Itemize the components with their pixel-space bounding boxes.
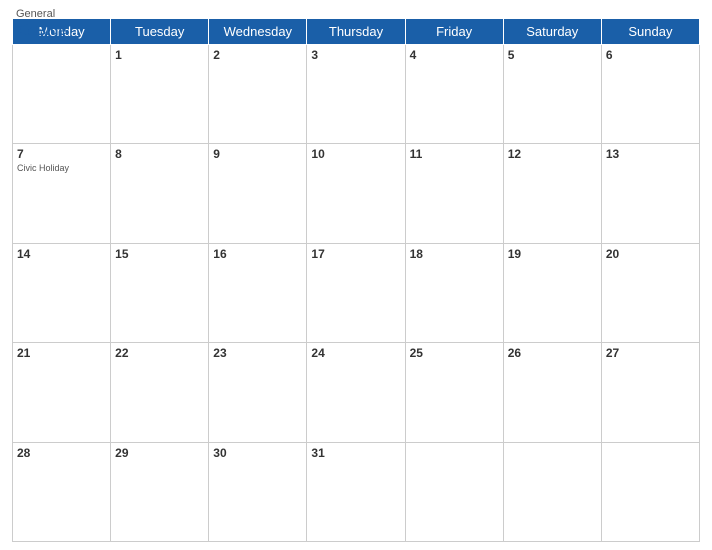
- logo-blue: Blue: [16, 21, 66, 39]
- day-number: 8: [115, 147, 204, 161]
- day-number: 7: [17, 147, 106, 161]
- calendar-cell: [405, 442, 503, 541]
- calendar-cell: 31: [307, 442, 405, 541]
- calendar-cell: [13, 45, 111, 144]
- day-number: 21: [17, 346, 106, 360]
- calendar-cell: 5: [503, 45, 601, 144]
- calendar-week-4: 21 22 23 24 25 26 27: [13, 343, 700, 442]
- calendar-cell: 11: [405, 144, 503, 243]
- day-number: 4: [410, 48, 499, 62]
- day-number: 24: [311, 346, 400, 360]
- calendar-cell: [601, 442, 699, 541]
- calendar-cell: 1: [111, 45, 209, 144]
- day-number: 31: [311, 446, 400, 460]
- day-number: 5: [508, 48, 597, 62]
- calendar-cell: 29: [111, 442, 209, 541]
- weekday-tuesday: Tuesday: [111, 19, 209, 45]
- calendar-cell: 19: [503, 243, 601, 342]
- day-number: 19: [508, 247, 597, 261]
- calendar-table: MondayTuesdayWednesdayThursdayFridaySatu…: [12, 18, 700, 542]
- calendar-cell: 3: [307, 45, 405, 144]
- calendar-week-1: 123456: [13, 45, 700, 144]
- calendar-cell: [503, 442, 601, 541]
- calendar-cell: 6: [601, 45, 699, 144]
- day-number: 9: [213, 147, 302, 161]
- calendar-week-2: 7 Civic Holiday 89 10 11 12 13: [13, 144, 700, 243]
- calendar-cell: 7 Civic Holiday: [13, 144, 111, 243]
- day-number: 13: [606, 147, 695, 161]
- day-number: 22: [115, 346, 204, 360]
- calendar-cell: 24: [307, 343, 405, 442]
- calendar-cell: 2: [209, 45, 307, 144]
- day-number: 2: [213, 48, 302, 62]
- calendar-cell: 21: [13, 343, 111, 442]
- day-number: 10: [311, 147, 400, 161]
- calendar-cell: 16: [209, 243, 307, 342]
- day-number: 12: [508, 147, 597, 161]
- calendar-cell: 26: [503, 343, 601, 442]
- calendar-cell: 8: [111, 144, 209, 243]
- calendar-week-3: 14 15 16 17 18 19 20: [13, 243, 700, 342]
- day-number: 25: [410, 346, 499, 360]
- day-number: 17: [311, 247, 400, 261]
- day-number: 26: [508, 346, 597, 360]
- weekday-saturday: Saturday: [503, 19, 601, 45]
- calendar-cell: 15: [111, 243, 209, 342]
- day-number: 1: [115, 48, 204, 62]
- logo-general: General: [16, 8, 55, 21]
- calendar-cell: 23: [209, 343, 307, 442]
- calendar-header: General Blue: [0, 0, 712, 14]
- day-number: 28: [17, 446, 106, 460]
- day-number: 20: [606, 247, 695, 261]
- logo-bird-icon: [16, 21, 34, 39]
- calendar-cell: 4: [405, 45, 503, 144]
- weekday-friday: Friday: [405, 19, 503, 45]
- day-number: 18: [410, 247, 499, 261]
- calendar-cell: 12: [503, 144, 601, 243]
- calendar-cell: 22: [111, 343, 209, 442]
- calendar-container: MondayTuesdayWednesdayThursdayFridaySatu…: [0, 14, 712, 550]
- calendar-cell: 27: [601, 343, 699, 442]
- calendar-cell: 14: [13, 243, 111, 342]
- day-number: 29: [115, 446, 204, 460]
- day-number: 11: [410, 147, 499, 161]
- day-number: 6: [606, 48, 695, 62]
- calendar-week-5: 28 29 30 31: [13, 442, 700, 541]
- holiday-label: Civic Holiday: [17, 163, 106, 173]
- calendar-cell: 13: [601, 144, 699, 243]
- calendar-cell: 10: [307, 144, 405, 243]
- calendar-cell: 25: [405, 343, 503, 442]
- weekday-wednesday: Wednesday: [209, 19, 307, 45]
- calendar-cell: 20: [601, 243, 699, 342]
- weekday-header-row: MondayTuesdayWednesdayThursdayFridaySatu…: [13, 19, 700, 45]
- day-number: 15: [115, 247, 204, 261]
- day-number: 16: [213, 247, 302, 261]
- calendar-cell: 17: [307, 243, 405, 342]
- day-number: 14: [17, 247, 106, 261]
- weekday-thursday: Thursday: [307, 19, 405, 45]
- calendar-cell: 18: [405, 243, 503, 342]
- day-number: 27: [606, 346, 695, 360]
- day-number: 23: [213, 346, 302, 360]
- weekday-sunday: Sunday: [601, 19, 699, 45]
- day-number: 30: [213, 446, 302, 460]
- calendar-cell: 28: [13, 442, 111, 541]
- day-number: 3: [311, 48, 400, 62]
- logo: General Blue: [16, 8, 66, 39]
- calendar-cell: 30: [209, 442, 307, 541]
- calendar-cell: 9: [209, 144, 307, 243]
